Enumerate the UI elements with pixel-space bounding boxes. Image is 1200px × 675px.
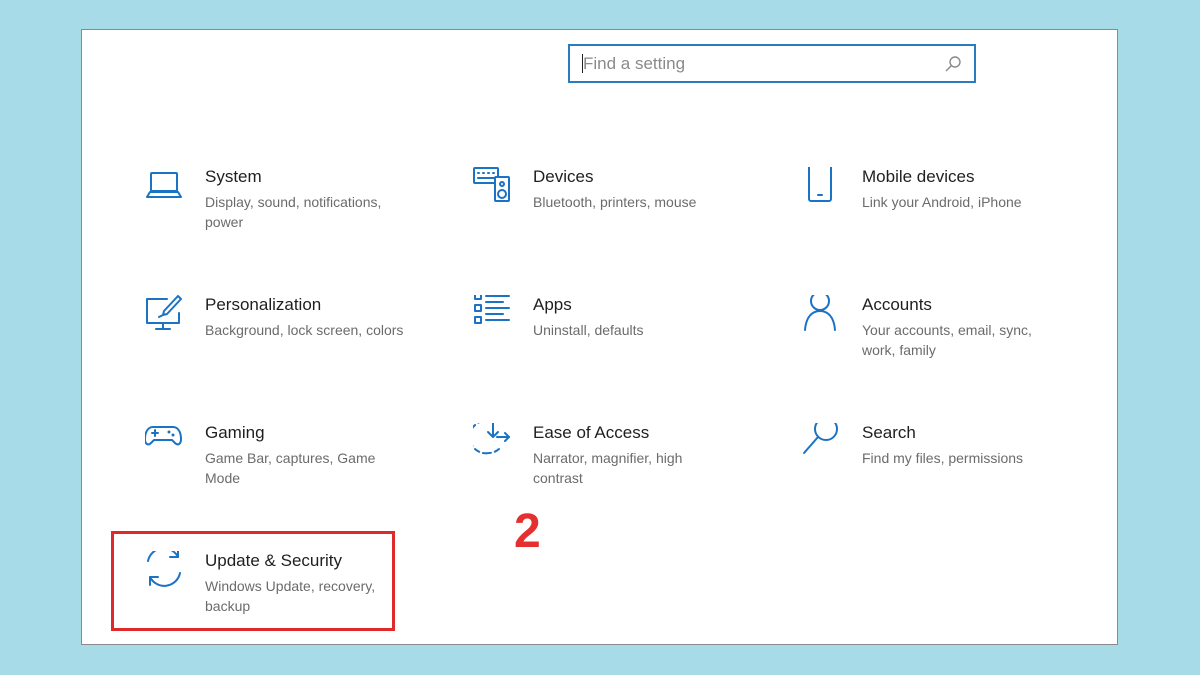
tile-devices[interactable]: Devices Bluetooth, printers, mouse — [473, 167, 763, 257]
gamepad-icon — [145, 426, 182, 446]
paintbrush-monitor-icon — [146, 295, 182, 330]
tile-title: Accounts — [862, 295, 932, 314]
search-box[interactable] — [568, 44, 976, 83]
person-icon — [804, 295, 836, 331]
tile-search[interactable]: Search Find my files, permissions — [802, 423, 1092, 513]
tile-title: Devices — [533, 167, 594, 186]
settings-window: System Display, sound, notifications, po… — [81, 29, 1118, 645]
tile-description: Link your Android, iPhone — [862, 194, 1022, 210]
highlight-box — [111, 531, 395, 631]
tile-description: Bluetooth, printers, mouse — [533, 194, 697, 210]
search-icon[interactable] — [944, 55, 962, 73]
tile-description: Uninstall, defaults — [533, 322, 644, 338]
phone-icon — [808, 167, 832, 202]
tile-gaming[interactable]: Gaming Game Bar, captures, Game Mode — [145, 423, 435, 513]
apps-list-icon — [474, 295, 510, 324]
tile-personalization[interactable]: Personalization Background, lock screen,… — [145, 295, 435, 385]
tile-mobile-devices[interactable]: Mobile devices Link your Android, iPhone — [802, 167, 1092, 257]
tile-title: Personalization — [205, 295, 322, 314]
tile-description: Display, sound, notifications, power — [205, 194, 382, 230]
tile-title: Gaming — [205, 423, 265, 442]
tile-ease-of-access[interactable]: Ease of Access Narrator, magnifier, high… — [473, 423, 763, 513]
tile-system[interactable]: System Display, sound, notifications, po… — [145, 167, 435, 257]
tile-title: Search — [862, 423, 916, 442]
ease-of-access-icon — [473, 423, 510, 455]
keyboard-speaker-icon — [473, 167, 510, 202]
tile-description: Find my files, permissions — [862, 450, 1024, 466]
tile-description: Narrator, magnifier, high contrast — [533, 450, 683, 486]
tile-title: Ease of Access — [533, 423, 650, 442]
tile-apps[interactable]: Apps Uninstall, defaults — [473, 295, 763, 385]
step-number-annotation: 2 — [514, 505, 541, 558]
tile-title: Apps — [533, 295, 572, 314]
tile-description: Background, lock screen, colors — [205, 322, 404, 338]
tile-accounts[interactable]: Accounts Your accounts, email, sync, wor… — [802, 295, 1092, 385]
tile-title: System — [205, 167, 262, 186]
tile-description: Game Bar, captures, Game Mode — [205, 450, 376, 486]
magnifier-icon — [803, 423, 838, 454]
tile-description: Your accounts, email, sync, work, family — [862, 322, 1032, 358]
tile-title: Mobile devices — [862, 167, 975, 186]
search-input[interactable] — [583, 46, 923, 81]
laptop-icon — [146, 172, 182, 198]
